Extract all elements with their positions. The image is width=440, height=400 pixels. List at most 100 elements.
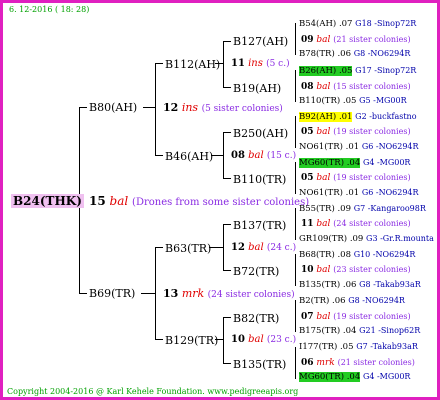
connector — [79, 293, 87, 294]
gen4-name: NO61(TR) .01 — [299, 188, 360, 198]
gen1-word-1: mrk — [181, 287, 205, 300]
gen4-code: G8 -NO6294R — [348, 296, 405, 305]
gen1-node-1[interactable]: B69(TR) — [89, 288, 135, 299]
gen4-code: G5 -MG00R — [359, 96, 407, 105]
connector — [295, 347, 296, 379]
gen4-row-15[interactable]: MG60(TR) .04 G4 -MG00R — [299, 372, 410, 382]
gen4-row-6[interactable]: MG60(TR) .04 G4 -MG00R — [299, 158, 411, 168]
connector — [295, 116, 296, 148]
gen4-row-8[interactable]: B55(TR) .09 G7 -Kangaroo98R — [299, 205, 426, 214]
gen3-word-3: bal — [316, 173, 331, 183]
gen3-note-1: (15 sister colonies) — [333, 82, 411, 91]
gen4-row-10[interactable]: B68(TR) .08 G10 -NO6294R — [299, 251, 415, 260]
gen4-row-12[interactable]: B2(TR) .06 G8 -NO6294R — [299, 297, 405, 306]
gen2-info-1: 08 bal (15 c.) — [231, 151, 296, 161]
gen2-count-1: 08 — [231, 150, 245, 161]
gen2-note-1: (15 c.) — [266, 151, 297, 161]
gen3-word-5: bal — [316, 265, 331, 275]
root-node[interactable]: B24(THK) — [11, 194, 84, 208]
gen2-info-2: 12 bal (24 c.) — [231, 243, 296, 253]
gen3-word-4: bal — [316, 219, 331, 229]
gen2-node-1[interactable]: B46(AH) — [165, 151, 213, 162]
gen3-node-7[interactable]: B135(TR) — [233, 359, 286, 370]
gen2-node-3[interactable]: B129(TR) — [165, 335, 218, 346]
root-word: bal — [109, 194, 129, 208]
gen3-node-2[interactable]: B250(AH) — [233, 128, 288, 139]
gen3-count-4: 11 — [301, 219, 314, 229]
gen4-row-4[interactable]: B92(AH) .01 G2 -buckfastno — [299, 112, 417, 122]
gen3-word-7: mrk — [316, 358, 335, 368]
connector — [295, 23, 296, 55]
site-link[interactable]: www.pedigreeapis.org — [207, 387, 298, 396]
connector — [295, 300, 296, 332]
gen2-word-3: bal — [248, 334, 264, 345]
gen4-code: G6 -NO6294R — [361, 188, 419, 197]
gen4-row-9[interactable]: GR109(TR) .09 G3 -Gr.R.mounta — [299, 235, 434, 244]
gen4-name: B78(TR) .06 — [299, 49, 351, 59]
connector — [155, 63, 156, 156]
gen4-row-13[interactable]: B175(TR) .04 G21 -Sinop62R — [299, 327, 420, 336]
root-count: 15 — [89, 194, 106, 208]
gen3-note-4: (24 sister colonies) — [333, 219, 411, 228]
gen3-node-6[interactable]: B82(TR) — [233, 313, 279, 324]
pedigree-frame: 6. 12-2016 ( 18: 28) B24(THK) 15 bal (Dr… — [0, 0, 440, 400]
root-note: (Drones from some sister colonies) — [132, 197, 310, 208]
gen4-code: G17 -Sinop72R — [355, 66, 417, 75]
connector — [155, 247, 163, 248]
gen1-note-1: (24 sister colonies) — [207, 290, 295, 300]
gen4-code: G7 -Takab93aR — [356, 342, 418, 351]
gen3-node-0[interactable]: B127(AH) — [233, 36, 288, 47]
connector — [155, 63, 163, 64]
gen2-info-0: 11 ins (5 c.) — [231, 59, 290, 69]
copyright-footer: Copyright 2004-2016 @ Karl Kehele Founda… — [7, 388, 298, 396]
gen3-node-5[interactable]: B72(TR) — [233, 266, 279, 277]
gen3-node-1[interactable]: B19(AH) — [233, 83, 281, 94]
gen3-node-4[interactable]: B137(TR) — [233, 220, 286, 231]
gen1-count-0: 12 — [163, 101, 179, 114]
gen2-node-0[interactable]: B112(AH) — [165, 59, 220, 70]
gen4-row-5[interactable]: NO61(TR) .01 G6 -NO6294R — [299, 143, 419, 152]
gen4-name: MG60(TR) .04 — [299, 372, 361, 382]
gen3-count-2: 05 — [301, 127, 314, 137]
gen4-name: NO61(TR) .01 — [299, 142, 360, 152]
connector — [223, 224, 231, 225]
gen4-name: B92(AH) .01 — [299, 112, 353, 122]
gen1-note-0: (5 sister colonies) — [201, 104, 283, 114]
connector — [79, 107, 87, 108]
gen4-code: G4 -MG00R — [362, 158, 411, 167]
gen4-code: G18 -Sinop72R — [355, 19, 417, 28]
connector — [223, 317, 231, 318]
connector — [223, 270, 231, 271]
gen3-note-6: (19 sister colonies) — [333, 312, 411, 321]
gen4-name: B175(TR) .04 — [299, 326, 357, 336]
gen3-info-2: 05 bal (19 sister colonies) — [301, 128, 411, 137]
connector — [223, 132, 231, 133]
gen2-note-0: (5 c.) — [266, 59, 290, 69]
gen4-row-1[interactable]: B78(TR) .06 G8 -NO6294R — [299, 50, 410, 59]
gen1-node-0[interactable]: B80(AH) — [89, 102, 137, 113]
connector — [295, 70, 296, 102]
gen4-row-3[interactable]: B110(TR) .05 G5 -MG00R — [299, 97, 407, 106]
gen3-info-4: 11 bal (24 sister colonies) — [301, 220, 411, 229]
gen4-code: G8 -NO6294R — [353, 49, 411, 58]
gen4-row-2[interactable]: B26(AH) .05 G17 -Sinop72R — [299, 66, 417, 76]
gen3-info-3: 05 bal (19 sister colonies) — [301, 174, 411, 183]
gen4-row-7[interactable]: NO61(TR) .01 G6 -NO6294R — [299, 189, 419, 198]
gen3-note-0: (21 sister colonies) — [333, 35, 411, 44]
connector — [141, 293, 156, 294]
gen4-code: G8 -Takab93aR — [359, 280, 421, 289]
gen4-name: B26(AH) .05 — [299, 66, 353, 76]
connector — [223, 363, 231, 364]
gen3-node-3[interactable]: B110(TR) — [233, 174, 286, 185]
gen2-info-3: 10 bal (23 c.) — [231, 335, 296, 345]
gen4-name: MG60(TR) .04 — [299, 158, 361, 168]
gen2-count-3: 10 — [231, 334, 245, 345]
gen4-row-14[interactable]: I177(TR) .05 G7 -Takab93aR — [299, 343, 418, 352]
connector — [155, 339, 163, 340]
gen4-row-11[interactable]: B135(TR) .06 G8 -Takab93aR — [299, 281, 421, 290]
gen3-word-1: bal — [316, 82, 331, 92]
gen2-node-2[interactable]: B63(TR) — [165, 243, 211, 254]
gen3-info-5: 10 bal (23 sister colonies) — [301, 266, 411, 275]
gen4-row-0[interactable]: B54(AH) .07 G18 -Sinop72R — [299, 20, 416, 29]
gen3-info-1: 08 bal (15 sister colonies) — [301, 83, 411, 92]
